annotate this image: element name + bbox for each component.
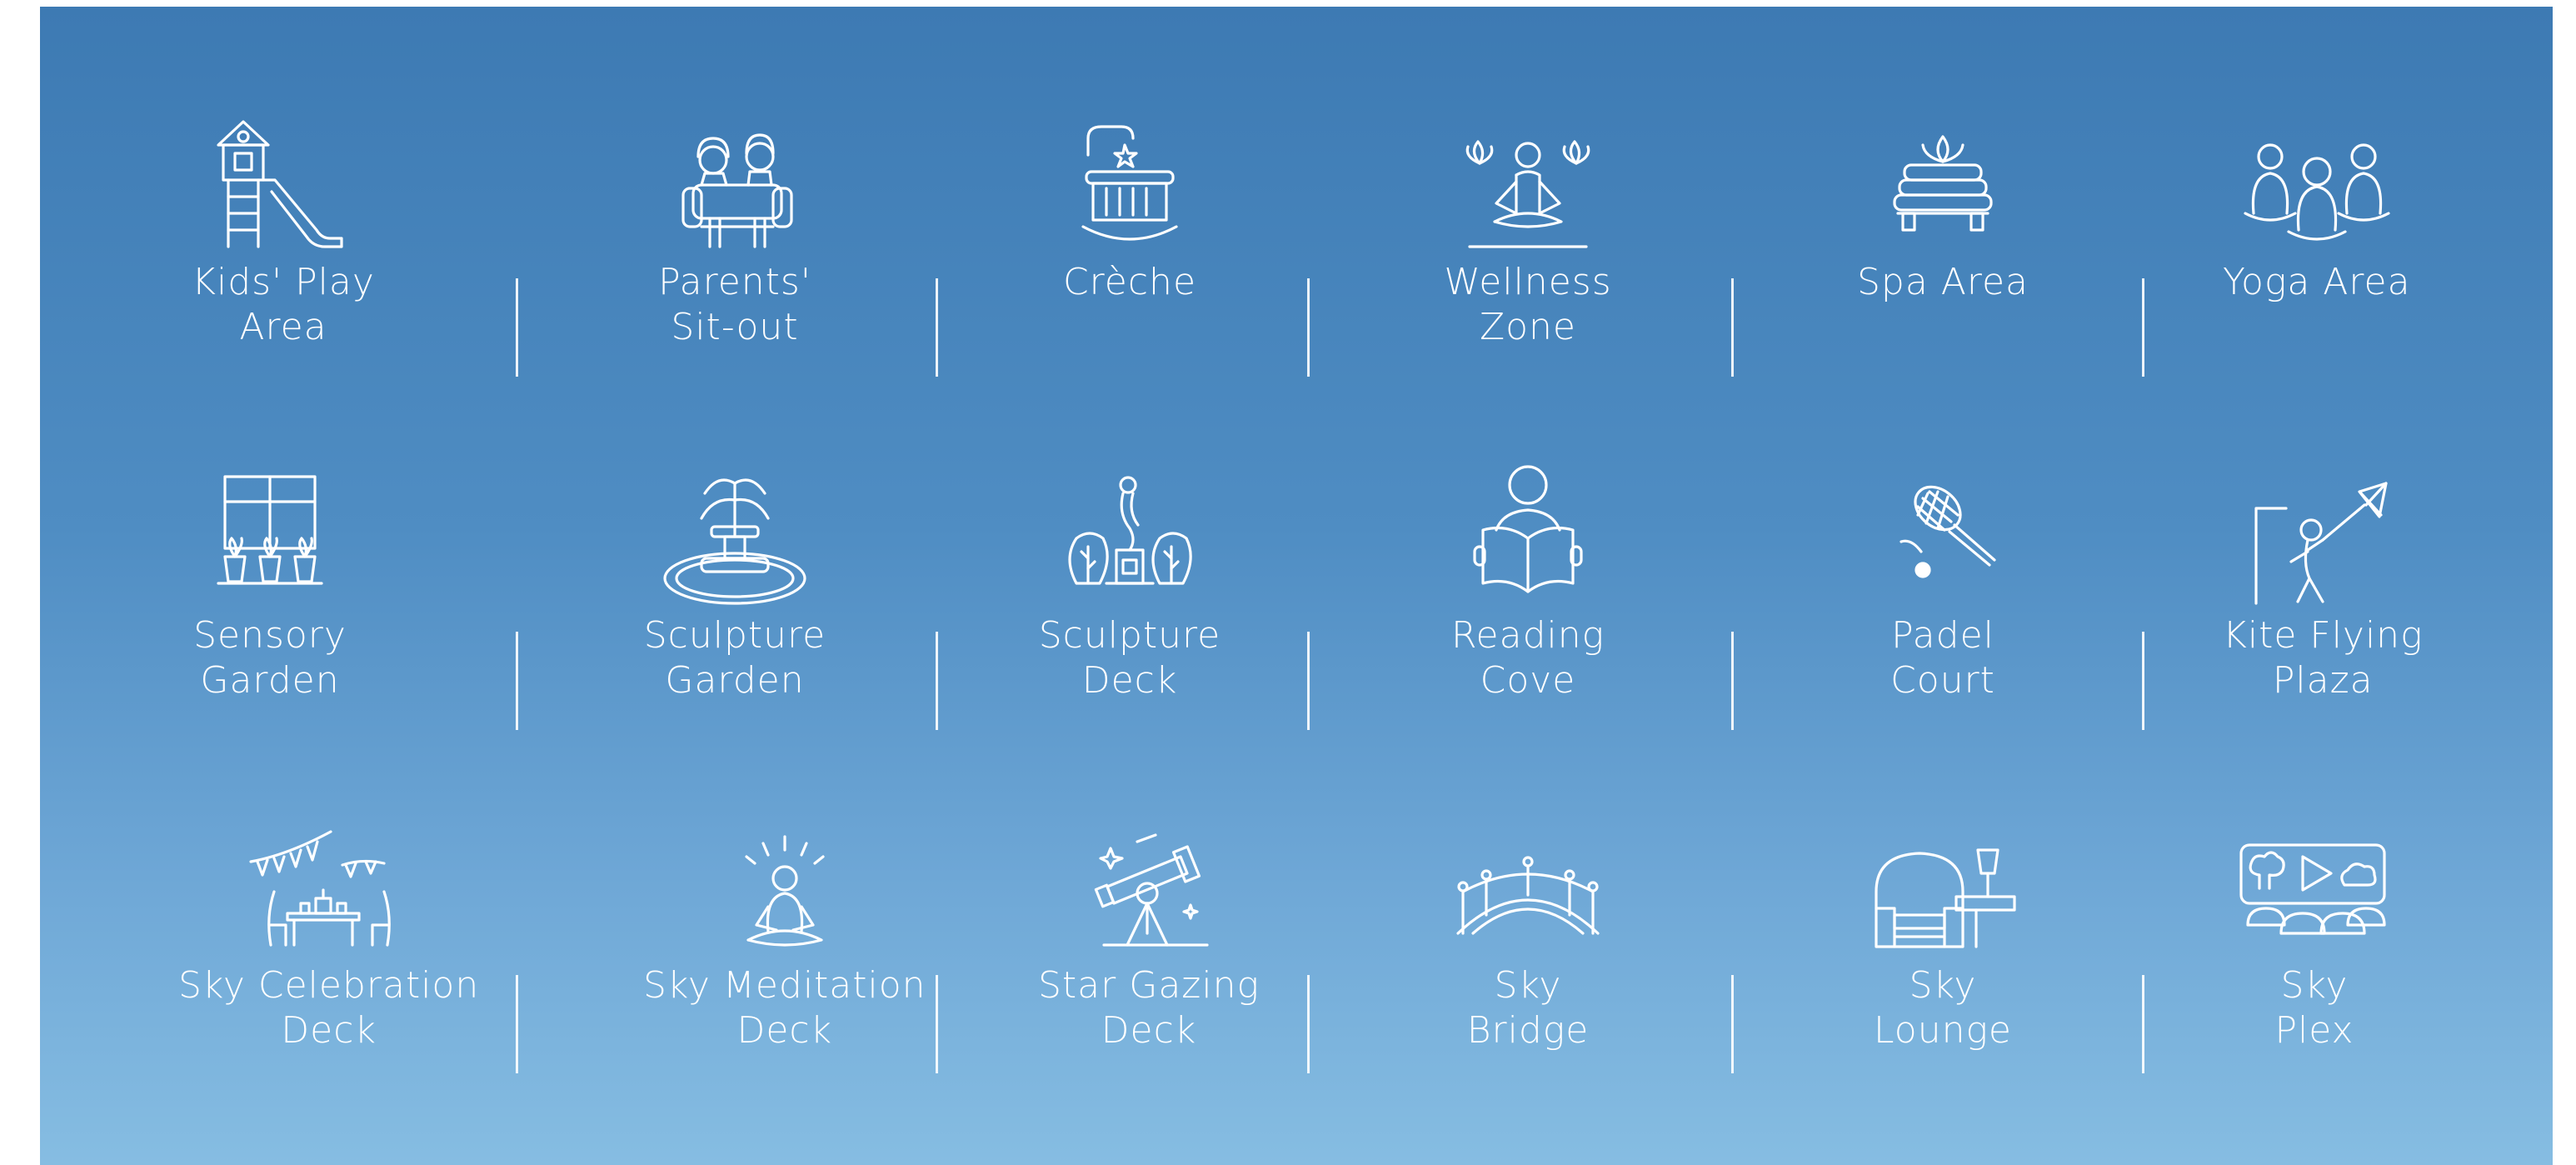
amenity-sky-lounge: Sky Lounge <box>1851 808 2034 1053</box>
column-divider <box>936 278 938 377</box>
column-divider <box>936 632 938 730</box>
column-divider <box>1307 632 1310 730</box>
amenity-label: Reading Cove <box>1450 614 1605 702</box>
amenity-yoga-area: Yoga Area <box>2223 105 2411 305</box>
amenity-star-gazing-deck: Star Gazing Deck <box>1038 808 1260 1053</box>
amenity-reading-cove: Reading Cove <box>1436 458 1620 703</box>
amenity-label: Parents' Sit-out <box>658 261 811 348</box>
amenity-kite-flying-plaza: Kite Flying Plaza <box>2223 458 2423 703</box>
person-reading-icon <box>1436 458 1620 608</box>
column-divider <box>1731 975 1734 1073</box>
column-divider <box>2142 632 2144 730</box>
amenity-label: Padel Court <box>1890 614 1995 702</box>
amenity-sky-plex: Sky Plex <box>2223 808 2406 1053</box>
amenity-label: Yoga Area <box>2223 261 2411 303</box>
kite-flyer-icon <box>2231 458 2414 608</box>
amenity-label: Sky Meditation Deck <box>643 964 926 1052</box>
column-divider <box>1307 975 1310 1073</box>
amenity-label: Sky Plex <box>2274 964 2354 1052</box>
amenity-label: Star Gazing Deck <box>1038 964 1260 1052</box>
arched-bridge-icon <box>1436 808 1620 958</box>
column-divider <box>516 975 518 1073</box>
racket-ball-icon <box>1851 458 2034 608</box>
window-planters-icon <box>178 458 362 608</box>
amenity-label: Kite Flying Plaza <box>2223 614 2424 702</box>
column-divider <box>1731 278 1734 377</box>
amenity-label: Sensory Garden <box>193 614 347 702</box>
amenity-sensory-garden: Sensory Garden <box>178 458 362 703</box>
amenity-spa-area: Spa Area <box>1851 105 2034 305</box>
meditating-person-icon <box>693 808 876 958</box>
column-divider <box>2142 975 2144 1073</box>
column-divider <box>1731 632 1734 730</box>
amenity-padel-court: Padel Court <box>1851 458 2034 703</box>
amenity-wellness-zone: Wellness Zone <box>1436 105 1620 350</box>
amenity-label: Sculpture Garden <box>643 614 826 702</box>
amenity-parents-sit-out: Parents' Sit-out <box>643 105 826 350</box>
amenity-label: Kids' Play Area <box>192 261 375 348</box>
towels-lotus-icon <box>1851 105 2034 255</box>
column-divider <box>516 278 518 377</box>
amenity-label: Crèche <box>1062 261 1197 303</box>
column-divider <box>2142 278 2144 377</box>
amenity-sky-meditation-deck: Sky Meditation Deck <box>643 808 926 1053</box>
amenity-label: Sky Bridge <box>1466 964 1590 1052</box>
meditation-lotus-icon <box>1436 105 1620 255</box>
column-divider <box>516 632 518 730</box>
amenity-label: Wellness Zone <box>1444 261 1612 348</box>
amenity-label: Sky Lounge <box>1874 964 2012 1052</box>
cradle-icon <box>1038 105 1221 255</box>
group-yoga-icon <box>2225 105 2409 255</box>
outdoor-cinema-icon <box>2223 808 2406 958</box>
amenity-label: Spa Area <box>1856 261 2029 303</box>
amenities-panel: Kids' Play Area Parents' Sit-out Crèche … <box>40 7 2553 1165</box>
amenity-kids-play-area: Kids' Play Area <box>192 105 375 350</box>
amenity-sky-bridge: Sky Bridge <box>1436 808 1620 1053</box>
amenity-sculpture-garden: Sculpture Garden <box>643 458 826 703</box>
party-table-bunting-icon <box>237 808 421 958</box>
couple-on-sofa-icon <box>643 105 826 255</box>
fountain-icon <box>643 458 826 608</box>
amenity-sky-celebration-deck: Sky Celebration Deck <box>178 808 479 1053</box>
amenity-label: Sculpture Deck <box>1038 614 1221 702</box>
armchair-table-icon <box>1851 808 2034 958</box>
sculpture-trees-icon <box>1038 458 1221 608</box>
amenity-label: Sky Celebration Deck <box>178 964 480 1052</box>
column-divider <box>1307 278 1310 377</box>
playground-slide-icon <box>192 105 375 255</box>
amenity-sculpture-deck: Sculpture Deck <box>1038 458 1221 703</box>
column-divider <box>936 975 938 1073</box>
telescope-icon <box>1057 808 1241 958</box>
amenity-creche: Crèche <box>1038 105 1221 305</box>
